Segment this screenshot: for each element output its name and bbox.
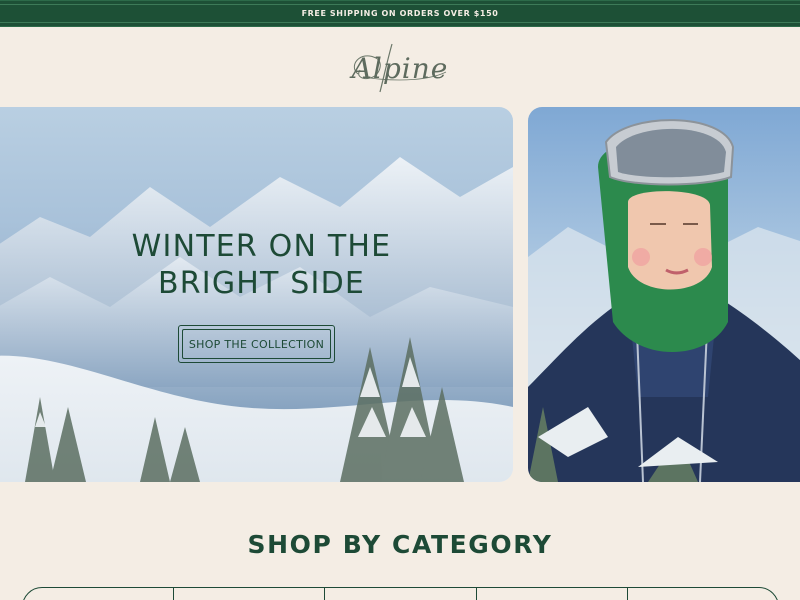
hero-banner[interactable]: WINTER ON THE BRIGHT SIDE SHOP THE COLLE… bbox=[0, 107, 513, 482]
brand-logo[interactable]: Alpine bbox=[340, 38, 460, 98]
category-tab-4[interactable] bbox=[477, 588, 628, 600]
category-tab-1[interactable] bbox=[23, 588, 175, 600]
hero-title-line2: BRIGHT SIDE bbox=[157, 265, 366, 301]
announcement-bar: FREE SHIPPING ON ORDERS OVER $150 bbox=[0, 0, 800, 27]
skier-portrait-image bbox=[528, 119, 800, 482]
shop-collection-label: SHOP THE COLLECTION bbox=[188, 337, 325, 351]
shop-collection-button[interactable]: SHOP THE COLLECTION bbox=[178, 325, 335, 363]
logo-text: Alpine bbox=[351, 51, 449, 85]
announcement-text: FREE SHIPPING ON ORDERS OVER $150 bbox=[301, 9, 499, 18]
category-tabs bbox=[22, 587, 779, 600]
hero-title-line1: WINTER ON THE bbox=[131, 229, 392, 264]
hero-title: WINTER ON THE BRIGHT SIDE bbox=[0, 229, 513, 302]
category-tab-3[interactable] bbox=[325, 588, 477, 600]
category-tab-5[interactable] bbox=[628, 588, 778, 600]
category-tab-2[interactable] bbox=[174, 588, 326, 600]
model-photo[interactable] bbox=[528, 107, 800, 482]
shop-by-category-title: SHOP BY CATEGORY bbox=[247, 530, 553, 559]
